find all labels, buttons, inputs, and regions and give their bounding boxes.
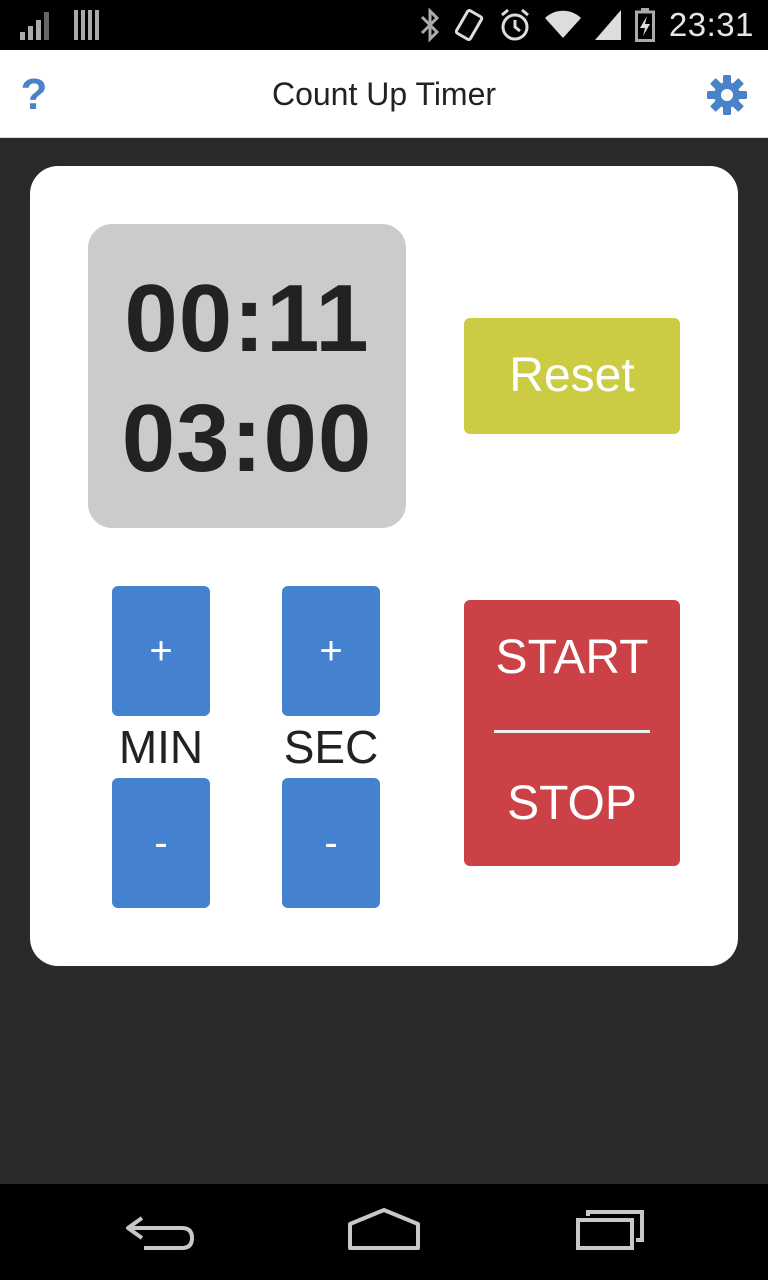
- gear-icon[interactable]: [706, 74, 748, 116]
- timer-card: 00:11 03:00 Reset + + MIN SEC - - START …: [30, 166, 738, 966]
- seconds-minus-button[interactable]: -: [282, 778, 380, 908]
- stop-label: STOP: [507, 777, 637, 830]
- vibrate-icon: [454, 8, 484, 42]
- navigation-bar: [0, 1184, 768, 1280]
- page-title: Count Up Timer: [271, 76, 497, 112]
- cell-signal-icon: [594, 10, 621, 40]
- help-button[interactable]: ?: [14, 70, 54, 120]
- start-stop-divider: [494, 730, 650, 733]
- minutes-label: MIN: [118, 721, 204, 773]
- clock-time: 23:31: [668, 6, 754, 43]
- minutes-minus-button[interactable]: -: [112, 778, 210, 908]
- status-bar: 23:31: [0, 0, 768, 50]
- seconds-label: SEC: [283, 721, 379, 773]
- elapsed-time: 00:11: [124, 265, 370, 372]
- start-stop-button[interactable]: START STOP: [464, 600, 680, 866]
- sim-card-icon: [74, 10, 99, 40]
- target-time: 03:00: [121, 385, 373, 492]
- minutes-plus-button[interactable]: +: [112, 586, 210, 716]
- time-display: 00:11 03:00: [88, 224, 406, 528]
- battery-charging-icon: [634, 8, 655, 42]
- home-icon[interactable]: [346, 1206, 422, 1256]
- wifi-icon: [544, 10, 581, 39]
- back-icon[interactable]: [122, 1206, 196, 1256]
- bluetooth-icon: [420, 8, 440, 42]
- seconds-plus-button[interactable]: +: [282, 586, 380, 716]
- reset-button[interactable]: Reset: [464, 318, 680, 434]
- app-bar: Count Up Timer ?: [0, 50, 768, 138]
- start-label: START: [495, 631, 649, 684]
- signal-bars-icon: [20, 12, 49, 40]
- alarm-icon: [500, 8, 529, 41]
- recent-apps-icon[interactable]: [574, 1206, 648, 1256]
